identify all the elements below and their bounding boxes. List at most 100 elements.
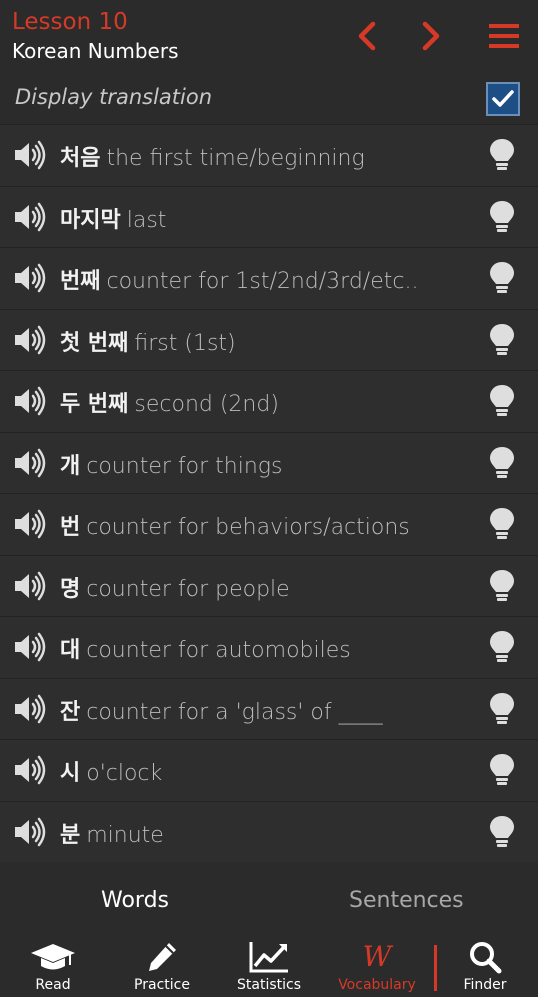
nav-vocabulary-label: Vocabulary <box>338 977 416 993</box>
speaker-icon[interactable] <box>13 817 47 847</box>
nav-vocabulary[interactable]: W Vocabulary <box>332 940 422 997</box>
speaker-icon[interactable] <box>13 325 47 355</box>
word-row: 개 counter for things <box>0 431 538 493</box>
word-row: 명 counter for people <box>0 554 538 616</box>
search-icon <box>470 942 502 974</box>
english-translation: counter for a 'glass' of ____ <box>86 699 383 725</box>
word-row: 두 번째 second (2nd) <box>0 370 538 432</box>
english-translation: the first time/beginning <box>106 146 365 171</box>
chevron-right-icon[interactable] <box>412 18 448 54</box>
lightbulb-icon[interactable] <box>488 260 516 296</box>
nav-read-label: Read <box>35 977 71 993</box>
word-list: 처음 the first time/beginning 마지막 last 번째 … <box>0 124 538 862</box>
english-translation: first (1st) <box>134 330 236 356</box>
nav-read[interactable]: Read <box>8 940 98 997</box>
speaker-icon[interactable] <box>13 263 47 293</box>
lightbulb-icon[interactable] <box>488 691 516 727</box>
lightbulb-icon[interactable] <box>488 445 516 481</box>
checkmark-icon <box>492 90 514 107</box>
word-text: 첫 번째 first (1st) <box>60 325 236 357</box>
word-row: 번째 counter for 1st/2nd/3rd/etc.. <box>0 247 538 309</box>
lesson-number: Lesson 10 <box>12 9 128 35</box>
word-text: 번째 counter for 1st/2nd/3rd/etc.. <box>60 263 418 295</box>
word-row: 대 counter for automobiles <box>0 616 538 678</box>
display-translation-row: Display translation <box>0 72 538 124</box>
nav-statistics-label: Statistics <box>237 977 301 993</box>
english-translation: minute <box>86 822 164 848</box>
english-translation: last <box>126 207 167 233</box>
lightbulb-icon[interactable] <box>488 814 516 850</box>
korean-word: 마지막 <box>60 207 121 233</box>
speaker-icon[interactable] <box>13 632 47 662</box>
graduation-cap-icon <box>31 944 75 970</box>
word-row: 첫 번째 first (1st) <box>0 308 538 370</box>
word-row: 처음 the first time/beginning <box>0 124 538 186</box>
english-translation: counter for automobiles <box>86 638 351 663</box>
pencil-icon <box>149 943 176 971</box>
segment-tabs: Words Sentences <box>0 870 538 932</box>
nav-finder-label: Finder <box>463 977 507 993</box>
app-header: Lesson 10 Korean Numbers <box>0 0 538 72</box>
nav-practice[interactable]: Practice <box>117 940 207 997</box>
word-row: 번 counter for behaviors/actions <box>0 493 538 555</box>
korean-word: 개 <box>60 453 81 479</box>
korean-word: 시 <box>60 761 81 786</box>
korean-word: 명 <box>60 576 81 602</box>
korean-word: 번 <box>60 515 81 540</box>
english-translation: counter for 1st/2nd/3rd/etc.. <box>106 269 419 294</box>
speaker-icon[interactable] <box>13 755 47 785</box>
word-text: 개 counter for things <box>60 448 282 480</box>
speaker-icon[interactable] <box>13 694 47 724</box>
display-translation-checkbox[interactable] <box>486 82 520 116</box>
english-translation: o'clock <box>86 761 163 786</box>
nav-statistics[interactable]: Statistics <box>224 940 314 997</box>
speaker-icon[interactable] <box>13 140 47 170</box>
korean-word: 두 번째 <box>60 392 129 417</box>
tab-words[interactable]: Words <box>101 888 169 913</box>
word-text: 두 번째 second (2nd) <box>60 386 279 418</box>
lightbulb-icon[interactable] <box>488 506 516 542</box>
lightbulb-icon[interactable] <box>488 568 516 604</box>
lightbulb-icon[interactable] <box>488 137 516 173</box>
word-row: 잔 counter for a 'glass' of ____ <box>0 677 538 739</box>
word-row: 마지막 last <box>0 185 538 247</box>
speaker-icon[interactable] <box>13 571 47 601</box>
korean-word: 대 <box>60 638 81 663</box>
line-chart-icon <box>249 942 288 973</box>
word-text: 대 counter for automobiles <box>60 632 351 664</box>
english-translation: second (2nd) <box>134 392 279 417</box>
word-text: 번 counter for behaviors/actions <box>60 509 410 541</box>
korean-word: 첫 번째 <box>60 330 129 356</box>
display-translation-label: Display translation <box>15 85 212 109</box>
lightbulb-icon[interactable] <box>488 322 516 358</box>
korean-word: 분 <box>60 822 81 848</box>
speaker-icon[interactable] <box>13 509 47 539</box>
english-translation: counter for behaviors/actions <box>86 515 410 540</box>
word-text: 명 counter for people <box>60 571 290 603</box>
english-translation: counter for people <box>86 576 290 602</box>
word-text: 처음 the first time/beginning <box>60 140 365 172</box>
lightbulb-icon[interactable] <box>488 752 516 788</box>
vocabulary-w-icon: W <box>362 940 392 973</box>
speaker-icon[interactable] <box>13 448 47 478</box>
korean-word: 처음 <box>60 146 101 171</box>
chevron-left-icon[interactable] <box>350 18 386 54</box>
lightbulb-icon[interactable] <box>488 199 516 235</box>
bottom-navigation: Read Practice Statistics W Vocabulary Fi… <box>0 932 538 997</box>
nav-divider <box>434 945 437 991</box>
word-text: 시 o'clock <box>60 755 162 787</box>
hamburger-menu-icon[interactable] <box>486 18 522 54</box>
lightbulb-icon[interactable] <box>488 383 516 419</box>
lesson-title: Korean Numbers <box>12 39 179 63</box>
nav-finder[interactable]: Finder <box>440 940 530 997</box>
word-text: 마지막 last <box>60 202 166 234</box>
speaker-icon[interactable] <box>13 202 47 232</box>
word-text: 잔 counter for a 'glass' of ____ <box>60 694 383 726</box>
lightbulb-icon[interactable] <box>488 629 516 665</box>
korean-word: 번째 <box>60 269 101 294</box>
speaker-icon[interactable] <box>13 386 47 416</box>
korean-word: 잔 <box>60 699 81 725</box>
english-translation: counter for things <box>86 453 283 479</box>
word-row: 분 minute <box>0 800 538 862</box>
tab-sentences[interactable]: Sentences <box>349 888 464 913</box>
